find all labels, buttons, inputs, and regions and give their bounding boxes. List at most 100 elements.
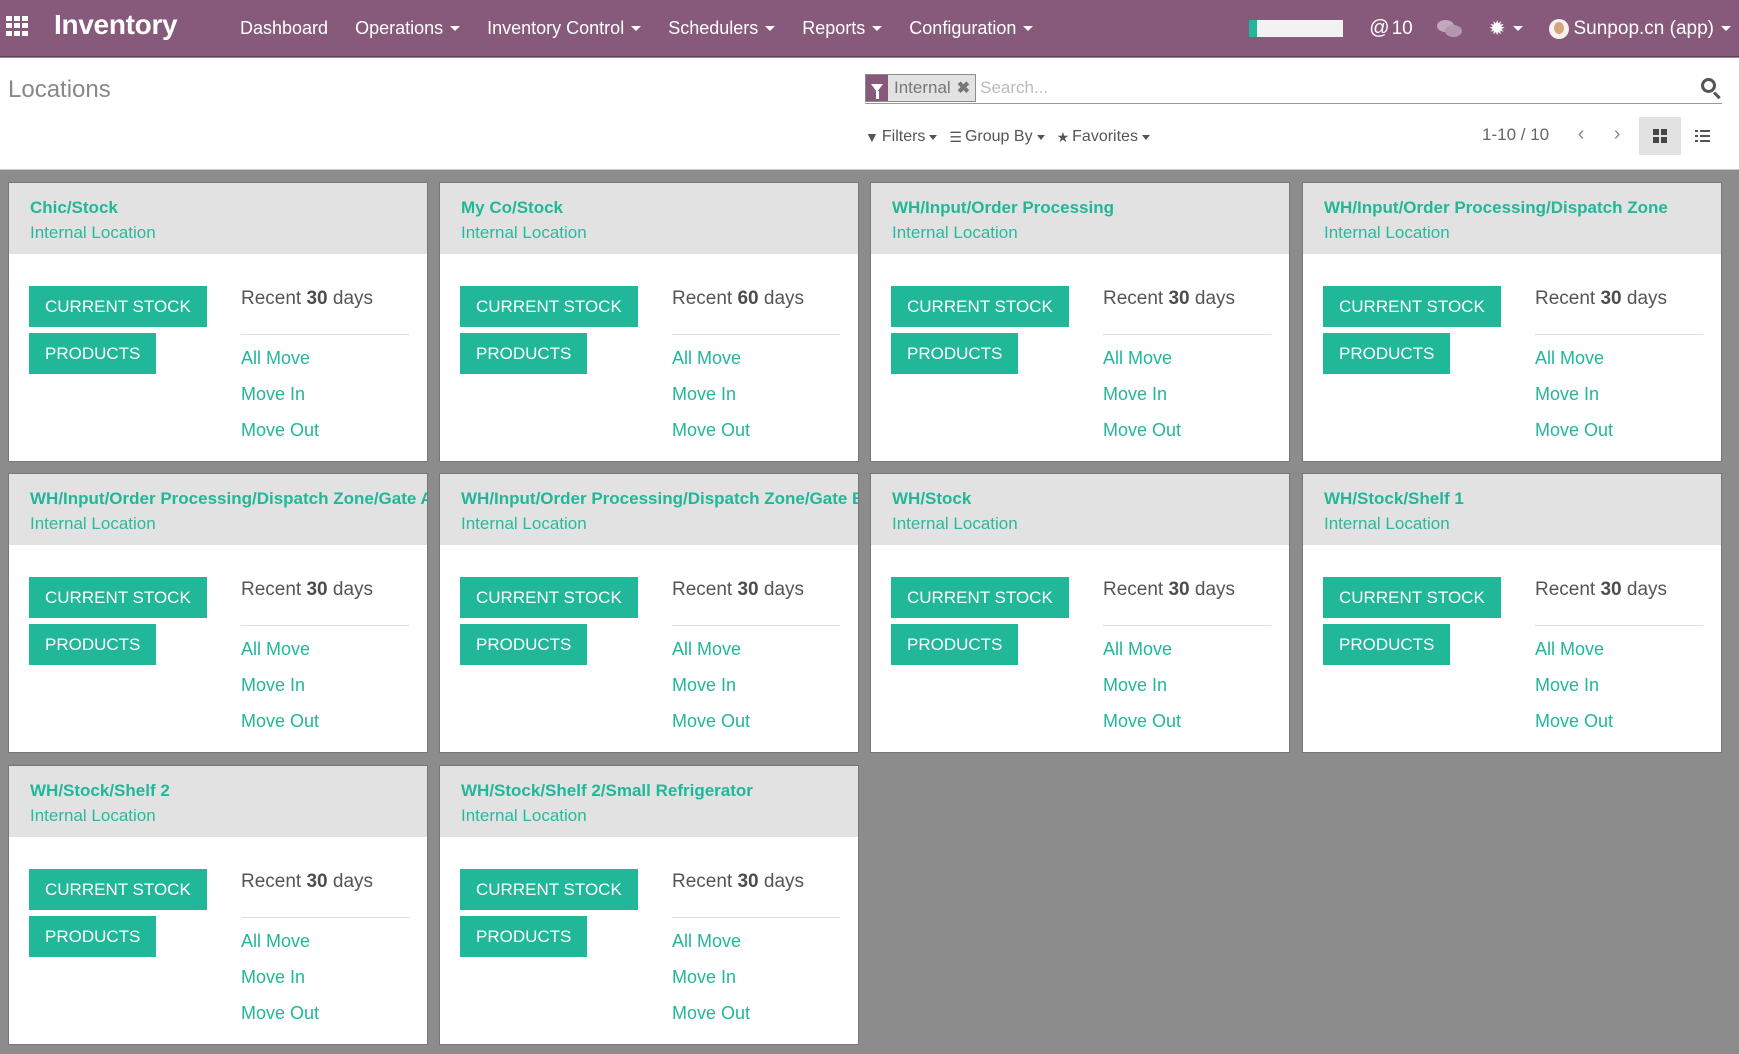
card-body: CURRENT STOCK PRODUCTS Recent 30 days Al… xyxy=(440,545,858,752)
products-button[interactable]: PRODUCTS xyxy=(29,624,157,665)
location-card[interactable]: WH/Stock/Shelf 1 Internal Location CURRE… xyxy=(1302,473,1722,753)
location-card[interactable]: WH/Input/Order Processing/Dispatch Zone/… xyxy=(439,473,859,753)
current-stock-button[interactable]: CURRENT STOCK xyxy=(29,286,207,327)
location-name[interactable]: WH/Input/Order Processing/Dispatch Zone/… xyxy=(461,487,858,511)
all-move-link[interactable]: All Move xyxy=(672,931,741,952)
location-card[interactable]: WH/Stock/Shelf 2 Internal Location CURRE… xyxy=(8,765,428,1045)
mentions-button[interactable]: @ 10 xyxy=(1369,17,1412,40)
location-card[interactable]: Chic/Stock Internal Location CURRENT STO… xyxy=(8,182,428,462)
all-move-link[interactable]: All Move xyxy=(1535,639,1604,660)
location-name[interactable]: WH/Stock/Shelf 2 xyxy=(30,779,427,803)
group-by-dropdown[interactable]: ☰ Group By xyxy=(949,128,1045,146)
move-in-link[interactable]: Move In xyxy=(672,384,736,405)
current-stock-button[interactable]: CURRENT STOCK xyxy=(1323,577,1501,618)
products-button[interactable]: PRODUCTS xyxy=(891,624,1019,665)
current-stock-button[interactable]: CURRENT STOCK xyxy=(460,286,638,327)
kanban-view-button[interactable] xyxy=(1639,117,1681,155)
move-out-link[interactable]: Move Out xyxy=(1535,420,1613,441)
all-move-link[interactable]: All Move xyxy=(241,639,310,660)
divider xyxy=(672,917,840,918)
products-button[interactable]: PRODUCTS xyxy=(460,333,588,374)
current-stock-button[interactable]: CURRENT STOCK xyxy=(460,577,638,618)
move-out-link[interactable]: Move Out xyxy=(1535,711,1613,732)
current-stock-button[interactable]: CURRENT STOCK xyxy=(29,869,207,910)
location-card[interactable]: WH/Stock Internal Location CURRENT STOCK… xyxy=(870,473,1290,753)
all-move-link[interactable]: All Move xyxy=(672,348,741,369)
location-name[interactable]: WH/Input/Order Processing/Dispatch Zone xyxy=(1324,196,1721,220)
favorites-dropdown[interactable]: ★ Favorites xyxy=(1057,128,1150,146)
current-stock-button[interactable]: CURRENT STOCK xyxy=(891,286,1069,327)
user-menu[interactable]: Sunpop.cn (app) xyxy=(1548,18,1731,40)
location-name[interactable]: WH/Stock/Shelf 1 xyxy=(1324,487,1721,511)
menu-item-schedulers[interactable]: Schedulers xyxy=(668,18,776,39)
products-button[interactable]: PRODUCTS xyxy=(460,916,588,957)
search-input[interactable] xyxy=(980,77,1700,98)
move-in-link[interactable]: Move In xyxy=(1103,675,1167,696)
location-name[interactable]: WH/Input/Order Processing/Dispatch Zone/… xyxy=(30,487,427,511)
all-move-link[interactable]: All Move xyxy=(241,348,310,369)
search-icon[interactable] xyxy=(1700,77,1722,99)
list-icon xyxy=(1694,130,1710,142)
menu-item-label: Operations xyxy=(355,18,444,38)
location-name[interactable]: My Co/Stock xyxy=(461,196,858,220)
all-move-link[interactable]: All Move xyxy=(672,639,741,660)
menu-item-operations[interactable]: Operations xyxy=(355,18,461,39)
move-in-link[interactable]: Move In xyxy=(241,384,305,405)
location-name[interactable]: WH/Stock xyxy=(892,487,1289,511)
card-header: WH/Input/Order Processing Internal Locat… xyxy=(871,183,1289,254)
recent-days-label: Recent 30 days xyxy=(1103,579,1236,600)
move-out-link[interactable]: Move Out xyxy=(241,1003,319,1024)
move-out-link[interactable]: Move Out xyxy=(1103,420,1181,441)
current-stock-button[interactable]: CURRENT STOCK xyxy=(29,577,207,618)
location-name[interactable]: WH/Stock/Shelf 2/Small Refrigerator xyxy=(461,779,858,803)
location-card[interactable]: WH/Input/Order Processing/Dispatch Zone … xyxy=(1302,182,1722,462)
search-facet[interactable]: Internal ✖ xyxy=(865,73,977,102)
menu-item-dashboard[interactable]: Dashboard xyxy=(240,18,328,39)
debug-menu-button[interactable]: ✹ xyxy=(1489,19,1523,39)
move-in-link[interactable]: Move In xyxy=(672,967,736,988)
apps-menu-icon[interactable] xyxy=(6,16,30,36)
products-button[interactable]: PRODUCTS xyxy=(460,624,588,665)
all-move-link[interactable]: All Move xyxy=(1535,348,1604,369)
filters-dropdown[interactable]: ▼ Filters xyxy=(865,128,938,146)
location-card[interactable]: WH/Stock/Shelf 2/Small Refrigerator Inte… xyxy=(439,765,859,1045)
all-move-link[interactable]: All Move xyxy=(1103,639,1172,660)
menu-item-reports[interactable]: Reports xyxy=(802,18,883,39)
chat-icon[interactable] xyxy=(1436,18,1463,40)
move-out-link[interactable]: Move Out xyxy=(672,1003,750,1024)
menu-item-inventory-control[interactable]: Inventory Control xyxy=(487,18,642,39)
current-stock-button[interactable]: CURRENT STOCK xyxy=(891,577,1069,618)
move-in-link[interactable]: Move In xyxy=(1535,384,1599,405)
menu-item-configuration[interactable]: Configuration xyxy=(909,18,1034,39)
products-button[interactable]: PRODUCTS xyxy=(1323,624,1451,665)
pager-previous-button[interactable]: ‹ xyxy=(1563,123,1599,146)
products-button[interactable]: PRODUCTS xyxy=(1323,333,1451,374)
location-card[interactable]: My Co/Stock Internal Location CURRENT ST… xyxy=(439,182,859,462)
all-move-link[interactable]: All Move xyxy=(1103,348,1172,369)
move-out-link[interactable]: Move Out xyxy=(1103,711,1181,732)
pager-value[interactable]: 1-10 / 10 xyxy=(1482,125,1549,145)
card-body: CURRENT STOCK PRODUCTS Recent 30 days Al… xyxy=(9,254,427,461)
move-in-link[interactable]: Move In xyxy=(672,675,736,696)
location-card[interactable]: WH/Input/Order Processing/Dispatch Zone/… xyxy=(8,473,428,753)
move-in-link[interactable]: Move In xyxy=(241,675,305,696)
list-view-button[interactable] xyxy=(1681,117,1723,155)
move-out-link[interactable]: Move Out xyxy=(241,711,319,732)
all-move-link[interactable]: All Move xyxy=(241,931,310,952)
current-stock-button[interactable]: CURRENT STOCK xyxy=(460,869,638,910)
move-out-link[interactable]: Move Out xyxy=(672,711,750,732)
move-in-link[interactable]: Move In xyxy=(241,967,305,988)
pager-next-button[interactable]: › xyxy=(1599,123,1635,146)
location-name[interactable]: Chic/Stock xyxy=(30,196,427,220)
move-out-link[interactable]: Move Out xyxy=(241,420,319,441)
products-button[interactable]: PRODUCTS xyxy=(29,916,157,957)
current-stock-button[interactable]: CURRENT STOCK xyxy=(1323,286,1501,327)
close-icon[interactable]: ✖ xyxy=(957,78,975,98)
products-button[interactable]: PRODUCTS xyxy=(29,333,157,374)
location-card[interactable]: WH/Input/Order Processing Internal Locat… xyxy=(870,182,1290,462)
location-name[interactable]: WH/Input/Order Processing xyxy=(892,196,1289,220)
products-button[interactable]: PRODUCTS xyxy=(891,333,1019,374)
move-in-link[interactable]: Move In xyxy=(1535,675,1599,696)
move-in-link[interactable]: Move In xyxy=(1103,384,1167,405)
move-out-link[interactable]: Move Out xyxy=(672,420,750,441)
